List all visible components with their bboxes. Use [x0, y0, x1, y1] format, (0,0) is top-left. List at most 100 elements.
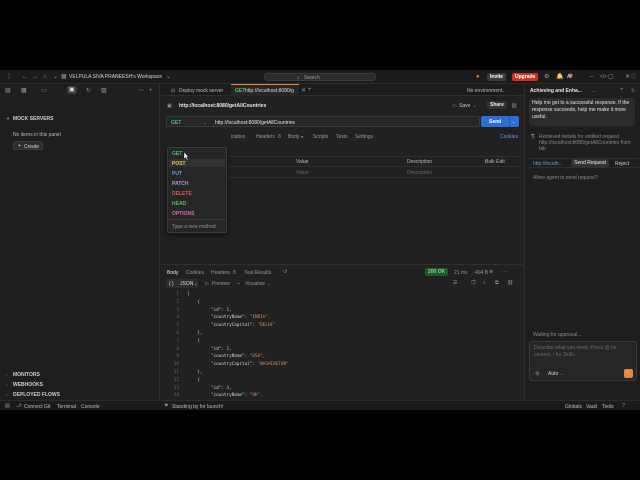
chevron-down-icon[interactable]: ▼ — [6, 116, 10, 122]
tab-scripts[interactable]: Scripts — [313, 134, 328, 140]
webhooks-section[interactable]: WEBHOOKS — [13, 382, 43, 388]
save-button[interactable]: Save — [459, 103, 470, 109]
flows-icon[interactable]: ▨ — [101, 88, 107, 94]
request-title[interactable]: http://localhost:8080/getAllCountries — [179, 103, 266, 109]
link-icon[interactable]: ⛓ — [511, 103, 517, 109]
method-option-post[interactable]: POST — [172, 161, 186, 167]
tab-settings[interactable]: Settings — [355, 134, 373, 140]
chevron-right-icon[interactable]: › — [6, 372, 7, 378]
monitors-section[interactable]: MONITORS — [13, 372, 40, 378]
forward-icon[interactable]: → — [32, 74, 38, 80]
share-button[interactable]: Share — [487, 101, 507, 109]
globe-icon[interactable]: ⊕ — [489, 269, 493, 275]
invite-button[interactable]: Invite — [487, 73, 507, 81]
info-icon[interactable]: ⓘ — [631, 74, 636, 80]
create-button[interactable]: + Create — [13, 141, 43, 150]
response-tab-body[interactable]: Body — [167, 270, 178, 276]
tab-headers[interactable]: Headers — [256, 134, 275, 140]
ai-chat-title[interactable]: Achieving and Enha... — [530, 88, 582, 94]
new-tab-icon[interactable]: + — [308, 87, 312, 93]
chevron-down-icon[interactable]: ⌄ — [592, 88, 595, 94]
chevron-down-icon[interactable]: ⌄ — [502, 88, 505, 94]
collections-icon[interactable]: ▦ — [21, 88, 27, 94]
chevron-right-icon[interactable]: › — [6, 382, 7, 388]
copy-response-icon[interactable]: ⧉ — [495, 280, 499, 286]
method-option-options[interactable]: OPTIONS — [172, 211, 195, 217]
upgrade-button[interactable]: Upgrade — [512, 73, 539, 81]
response-tab-test-results[interactable]: Test Results — [244, 270, 271, 276]
more-icon[interactable]: ⋯ — [138, 88, 144, 94]
attach-icon[interactable]: ⚙ — [535, 371, 539, 377]
url-input[interactable]: http://localhost:8080/getAllCountries — [215, 120, 295, 126]
code-icon[interactable]: </> — [600, 74, 607, 80]
close-icon[interactable]: ✕ — [625, 74, 630, 80]
param-value-input[interactable]: Value — [296, 170, 308, 176]
reject-button[interactable]: Reject — [615, 161, 629, 167]
menu-icon[interactable]: ⋮ — [6, 74, 12, 80]
agent-icon[interactable]: ● — [476, 74, 480, 80]
tab-deploy-mock-server[interactable]: Deploy mock server — [179, 88, 223, 94]
connect-git[interactable]: Connect Git — [24, 404, 50, 410]
format-selector[interactable]: { } JSON ⌄ — [166, 279, 198, 288]
mock-servers-icon[interactable]: ▣ — [67, 86, 77, 94]
sidebar-toggle-icon[interactable]: ▤ — [5, 88, 11, 94]
visualize-tab[interactable]: Visualize — [245, 281, 265, 287]
globals-button[interactable]: Globals — [565, 404, 582, 410]
vault-button[interactable]: Vault — [586, 404, 597, 410]
home-icon[interactable]: ⌂ — [43, 74, 47, 80]
cookies-link[interactable]: Cookies — [500, 134, 518, 140]
more-icon[interactable]: ⋯ — [502, 269, 507, 275]
chevron-down-icon[interactable]: ⌄ — [512, 119, 515, 125]
tab-body[interactable]: Body — [288, 134, 299, 140]
bulk-edit-link[interactable]: Bulk Edit — [485, 159, 505, 165]
ai-tab-label[interactable]: AI — [567, 74, 572, 80]
environment-selector[interactable]: No environment — [467, 88, 502, 94]
mock-servers-header[interactable]: MOCK SERVERS — [13, 116, 53, 122]
method-option-put[interactable]: PUT — [172, 171, 182, 177]
close-tab-icon[interactable]: ✕ — [301, 88, 306, 94]
param-description-input[interactable]: Description — [407, 170, 432, 176]
history-icon[interactable]: ↺ — [283, 269, 287, 275]
global-search[interactable]: ⌕ Search — [264, 73, 376, 81]
tab-authorization[interactable]: ization — [231, 134, 245, 140]
send-request-button[interactable]: Send Request — [571, 159, 609, 167]
add-icon[interactable]: + — [149, 88, 153, 94]
response-body[interactable]: 1 [2 {3 "id": 1, 4 "countryName": "INDIA", 5 "… — [161, 292, 523, 400]
chevron-down-icon[interactable]: ⌄ — [560, 371, 563, 377]
console-button[interactable]: Console — [81, 404, 99, 410]
settings-icon[interactable]: ⚙ — [544, 74, 549, 80]
response-tab-cookies[interactable]: Cookies — [186, 270, 204, 276]
method-option-get[interactable]: GET — [172, 151, 182, 157]
workspace-name[interactable]: VELPULA SIVA PRANEESH's Workspace — [69, 74, 162, 80]
preview-tab[interactable]: Preview — [212, 281, 230, 287]
back-icon[interactable]: ← — [22, 74, 28, 80]
submit-button[interactable]: ↑ — [624, 369, 633, 378]
link-icon[interactable]: ⛓ — [507, 280, 513, 286]
method-option-patch[interactable]: PATCH — [172, 181, 188, 187]
copy-icon[interactable]: ❐ — [471, 280, 475, 286]
response-tab-headers[interactable]: Headers — [211, 270, 230, 276]
mode-selector[interactable]: Auto — [548, 371, 558, 377]
chevron-right-icon[interactable]: › — [6, 392, 7, 398]
minimize-icon[interactable]: – — [590, 74, 593, 80]
chevron-down-icon[interactable]: ⌄ — [267, 281, 270, 287]
history-icon[interactable]: ↻ — [86, 88, 91, 94]
maximize-icon[interactable]: ▢ — [608, 74, 614, 80]
help-icon[interactable]: ? — [530, 74, 533, 80]
chevron-down-icon[interactable]: ⌄ — [203, 120, 206, 126]
ai-input-box[interactable]: Describe what you need. Press @ for cont… — [529, 341, 637, 381]
chevron-down-icon[interactable]: ⌄ — [53, 74, 58, 80]
chevron-down-icon[interactable]: ⌄ — [473, 103, 476, 109]
help-icon[interactable]: ? — [622, 403, 625, 409]
request-url-chip[interactable]: http://localh... — [533, 161, 563, 167]
tab-tests[interactable]: Tests — [336, 134, 348, 140]
search-icon[interactable]: ⌕ — [483, 280, 486, 286]
history-icon[interactable]: ↻ — [631, 88, 635, 94]
terminal-button[interactable]: Terminal — [57, 404, 76, 410]
environments-icon[interactable]: ▭ — [41, 88, 47, 94]
filter-icon[interactable]: ☰ — [453, 280, 457, 286]
send-button[interactable]: Send ⌄ — [481, 116, 519, 127]
method-option-delete[interactable]: DELETE — [172, 191, 192, 197]
new-chat-icon[interactable]: + — [620, 87, 624, 93]
method-option-head[interactable]: HEAD — [172, 201, 186, 207]
